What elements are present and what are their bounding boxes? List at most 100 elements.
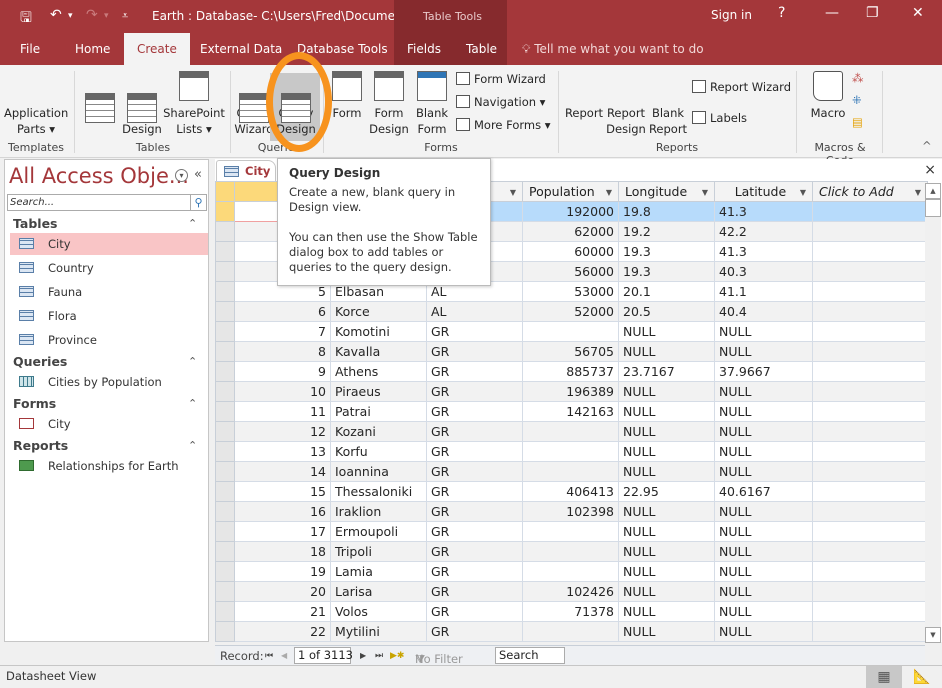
cell-longitude[interactable]: NULL [618, 541, 715, 562]
cell-click-to-add[interactable] [812, 461, 928, 482]
cell-id[interactable]: 17 [234, 521, 331, 542]
document-tab-city[interactable]: City [216, 160, 276, 182]
nav-section-reports[interactable]: Reports [13, 438, 68, 453]
scroll-thumb[interactable] [925, 199, 941, 217]
cell-population[interactable]: 62000 [522, 221, 619, 242]
cell-city[interactable]: Volos [330, 601, 427, 622]
row-selector[interactable] [215, 541, 235, 562]
cell-code[interactable]: GR [426, 621, 523, 642]
cell-longitude[interactable]: NULL [618, 461, 715, 482]
cell-id[interactable]: 10 [234, 381, 331, 402]
class-module-icon[interactable]: ⁜ [852, 93, 862, 107]
cell-latitude[interactable]: NULL [714, 521, 813, 542]
table-design-button[interactable]: TableDesign [122, 71, 162, 137]
cell-click-to-add[interactable] [812, 501, 928, 522]
cell-click-to-add[interactable] [812, 261, 928, 282]
cell-click-to-add[interactable] [812, 601, 928, 622]
cell-city[interactable]: Tripoli [330, 541, 427, 562]
cell-latitude[interactable]: NULL [714, 561, 813, 582]
cell-population[interactable]: 142163 [522, 401, 619, 422]
tab-external-data[interactable]: External Data [200, 42, 282, 56]
cell-population[interactable]: 56000 [522, 261, 619, 282]
cell-id[interactable]: 8 [234, 341, 331, 362]
cell-click-to-add[interactable] [812, 401, 928, 422]
cell-population[interactable]: 196389 [522, 381, 619, 402]
cell-longitude[interactable]: NULL [618, 561, 715, 582]
nav-section-tables[interactable]: Tables [13, 216, 58, 231]
row-selector[interactable] [215, 341, 235, 362]
cell-id[interactable]: 13 [234, 441, 331, 462]
report-design-button[interactable]: Report Design [606, 71, 856, 260]
cell-latitude[interactable]: NULL [714, 401, 813, 422]
cell-id[interactable]: 22 [234, 621, 331, 642]
restore-button[interactable]: ❐ [866, 5, 879, 21]
scroll-down-icon[interactable]: ▼ [925, 627, 941, 643]
close-document-icon[interactable]: × [924, 162, 936, 178]
cell-longitude[interactable]: NULL [618, 621, 715, 642]
cell-id[interactable]: 15 [234, 481, 331, 502]
table-row[interactable]: 14 Ioannina GR NULL NULL [215, 461, 928, 482]
cell-click-to-add[interactable] [812, 321, 928, 342]
cell-code[interactable]: GR [426, 561, 523, 582]
cell-id[interactable]: 9 [234, 361, 331, 382]
cell-population[interactable] [522, 621, 619, 642]
cell-longitude[interactable]: 22.95 [618, 481, 715, 502]
cell-code[interactable]: GR [426, 341, 523, 362]
cell-city[interactable]: Larisa [330, 581, 427, 602]
table-row[interactable]: 18 Tripoli GR NULL NULL [215, 541, 928, 562]
cell-longitude[interactable]: NULL [618, 381, 715, 402]
cell-code[interactable]: GR [426, 421, 523, 442]
row-selector[interactable] [215, 581, 235, 602]
row-selector[interactable] [215, 261, 235, 282]
column-header-population[interactable]: Population ▼ [522, 181, 619, 202]
cell-city[interactable]: Patrai [330, 401, 427, 422]
application-parts-button[interactable]: Application Parts ▾ [4, 71, 266, 260]
last-record-icon[interactable]: ⏭ [375, 651, 383, 661]
cell-id[interactable]: 11 [234, 401, 331, 422]
cell-latitude[interactable]: 40.6167 [714, 481, 813, 502]
cell-id[interactable]: 18 [234, 541, 331, 562]
tab-database-tools[interactable]: Database Tools [297, 42, 388, 56]
row-selector[interactable] [215, 521, 235, 542]
cell-id[interactable]: 6 [234, 301, 331, 322]
cell-city[interactable]: Thessaloniki [330, 481, 427, 502]
table-row[interactable]: 17 Ermoupoli GR NULL NULL [215, 521, 928, 542]
cell-code[interactable]: GR [426, 461, 523, 482]
cell-longitude[interactable]: 19.8 [618, 201, 715, 222]
undo-icon[interactable]: ↶ [50, 7, 62, 23]
cell-click-to-add[interactable] [812, 341, 928, 362]
cell-population[interactable] [522, 321, 619, 342]
redo-dropdown-icon[interactable]: ▾ [104, 11, 109, 21]
cell-code[interactable]: GR [426, 441, 523, 462]
nav-section-forms[interactable]: Forms [13, 396, 56, 411]
scroll-up-icon[interactable]: ▲ [925, 183, 941, 199]
datasheet-view-icon[interactable]: ▦ [866, 666, 902, 688]
cell-longitude[interactable]: NULL [618, 421, 715, 442]
cell-click-to-add[interactable] [812, 481, 928, 502]
cell-city[interactable]: Ioannina [330, 461, 427, 482]
cell-code[interactable]: GR [426, 541, 523, 562]
more-forms-button[interactable]: More Forms ▾ [456, 118, 551, 132]
cell-id[interactable]: 12 [234, 421, 331, 442]
cell-longitude[interactable]: 20.1 [618, 281, 715, 302]
table-row[interactable]: 10 Piraeus GR 196389 NULL NULL [215, 381, 928, 402]
table-row[interactable]: 9 Athens GR 885737 23.7167 37.9667 [215, 361, 928, 382]
tab-create[interactable]: Create [124, 33, 190, 65]
row-selector[interactable] [215, 201, 235, 222]
cell-population[interactable] [522, 521, 619, 542]
row-selector[interactable] [215, 221, 235, 242]
cell-latitude[interactable]: NULL [714, 341, 813, 362]
collapse-section-icon[interactable]: ⌃ [188, 439, 197, 452]
cell-latitude[interactable]: 40.3 [714, 261, 813, 282]
cell-click-to-add[interactable] [812, 221, 928, 242]
tab-home[interactable]: Home [75, 42, 110, 56]
cell-latitude[interactable]: 42.2 [714, 221, 813, 242]
customize-qat-icon[interactable]: ⩡ [122, 9, 128, 23]
blank-form-button[interactable]: Blank Form [414, 71, 450, 137]
nav-section-queries[interactable]: Queries [13, 354, 67, 369]
table-row[interactable]: 15 Thessaloniki GR 406413 22.95 40.6167 [215, 481, 928, 502]
save-icon[interactable]: 🖫 [20, 7, 32, 31]
cell-id[interactable]: 21 [234, 601, 331, 622]
nav-menu-dropdown-icon[interactable]: ▾ [175, 169, 188, 182]
cell-latitude[interactable]: 41.3 [714, 241, 813, 262]
